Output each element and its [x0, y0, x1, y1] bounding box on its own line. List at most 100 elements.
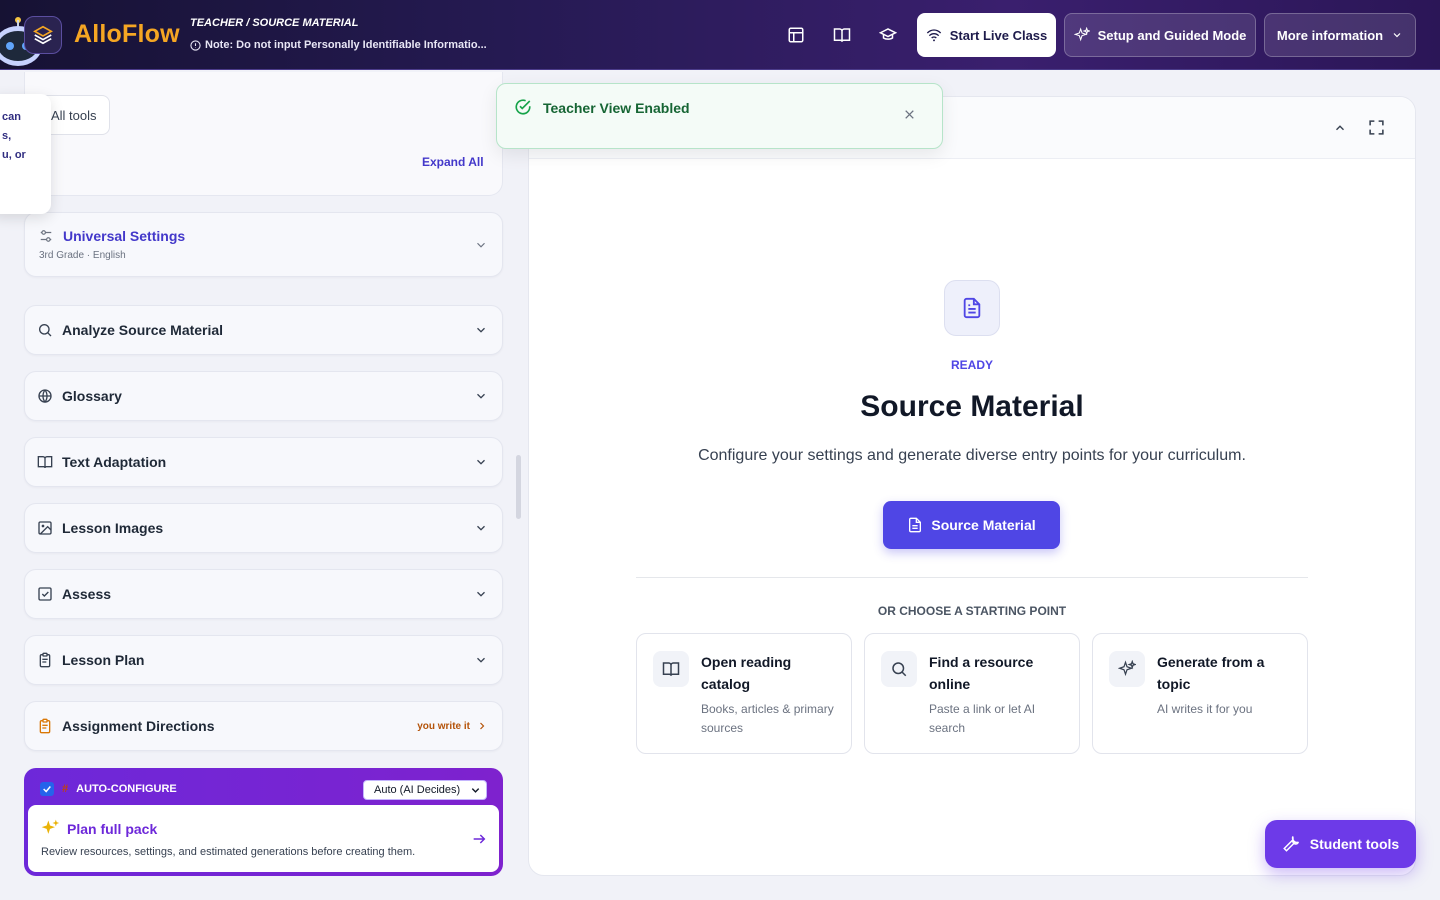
plan-full-pack-title: Plan full pack — [67, 821, 158, 837]
logo-badge — [24, 16, 62, 54]
student-tools-button[interactable]: Student tools — [1265, 820, 1416, 868]
tool-card-glossary[interactable]: Glossary — [24, 371, 503, 421]
chevron-down-icon — [477, 242, 485, 248]
tool-card-label: Lesson Plan — [62, 652, 145, 668]
clipboard-icon — [39, 652, 51, 668]
book-icon[interactable] — [831, 24, 853, 46]
check-square-icon — [38, 587, 52, 601]
tool-card-lesson-plan[interactable]: Lesson Plan — [24, 635, 503, 685]
auto-configure-label: AUTO-CONFIGURE — [76, 783, 177, 795]
student-tools-label: Student tools — [1309, 836, 1400, 852]
book-open-icon — [37, 456, 53, 469]
universal-settings-sub: 3rd Grade · English — [39, 250, 126, 261]
source-material-button[interactable]: Source Material — [883, 501, 1060, 549]
tool-card-label: Analyze Source Material — [62, 322, 224, 338]
onboarding-tooltip: can s, u, or — [0, 94, 51, 214]
page-subtitle: Configure your settings and generate div… — [698, 447, 1246, 464]
main-panel — [528, 96, 1416, 876]
globe-icon — [38, 389, 52, 404]
info-icon — [190, 39, 201, 51]
sliders-icon — [40, 230, 52, 242]
top-header: AlloFlow TEACHER / SOURCE MATERIAL Note:… — [0, 0, 1440, 70]
option-title: Open reading catalog — [701, 654, 792, 692]
tool-card-label: Assignment Directions — [62, 718, 215, 734]
fullscreen-icon[interactable] — [1368, 119, 1385, 136]
chevron-right-icon — [480, 722, 485, 730]
option-icon-tile — [1109, 651, 1145, 687]
chevron-down-icon — [477, 327, 485, 333]
sparkles-icon — [1118, 660, 1136, 677]
tool-card-assignment-directions[interactable]: Assignment Directions you write it — [24, 701, 503, 751]
you-write-it-tag: you write it — [417, 721, 470, 732]
tool-card-lesson-images[interactable]: Lesson Images — [24, 503, 503, 553]
tool-card-label: Lesson Images — [62, 520, 164, 536]
clipboard-list-icon — [39, 718, 51, 734]
universal-settings-card[interactable]: Universal Settings 3rd Grade · English — [24, 212, 503, 277]
check-circle-icon — [515, 99, 531, 115]
starting-point-heading: OR CHOOSE A STARTING POINT — [877, 604, 1067, 618]
option-desc: AI writes it for you — [1157, 702, 1253, 716]
option-desc: Paste a link or let AI search — [929, 702, 1036, 735]
document-icon-tile — [944, 280, 1000, 336]
sparkles-icon — [1073, 27, 1090, 42]
start-live-class-button[interactable]: Start Live Class — [917, 13, 1056, 57]
option-generate-from-topic[interactable]: Generate from a topic AI writes it for y… — [1092, 633, 1308, 754]
chevron-down-icon — [477, 393, 485, 399]
arrow-right-icon — [473, 834, 486, 844]
file-text-icon — [963, 297, 981, 319]
layout-icon[interactable] — [785, 24, 807, 46]
option-icon-tile — [881, 651, 917, 687]
source-material-button-label: Source Material — [931, 517, 1036, 533]
option-title: Generate from a topic — [1157, 654, 1265, 692]
pii-notice: Note: Do not input Personally Identifiab… — [190, 39, 490, 51]
check-icon — [43, 786, 51, 793]
graduation-cap-icon[interactable] — [877, 24, 899, 46]
chevron-down-icon — [477, 591, 485, 597]
layers-icon — [33, 25, 53, 45]
auto-mode-select[interactable]: Auto (AI Decides) — [363, 780, 487, 800]
tool-card-analyze-source-material[interactable]: Analyze Source Material — [24, 305, 503, 355]
chevron-down-icon — [477, 459, 485, 465]
file-text-icon — [909, 517, 922, 533]
teacher-view-toast: Teacher View Enabled — [496, 83, 943, 149]
option-icon-tile — [653, 651, 689, 687]
tool-card-label: Assess — [62, 586, 112, 602]
expand-all-link[interactable]: Expand All — [422, 155, 484, 169]
option-open-reading-catalog[interactable]: Open reading catalog Books, articles & p… — [636, 633, 852, 754]
start-live-class-label: Start Live Class — [949, 27, 1048, 43]
image-icon — [38, 521, 52, 535]
more-information-label: More information — [1276, 27, 1384, 43]
tool-card-text-adaptation[interactable]: Text Adaptation — [24, 437, 503, 487]
search-icon — [892, 662, 907, 677]
toast-message: Teacher View Enabled — [543, 100, 690, 116]
option-find-resource-online[interactable]: Find a resource online Paste a link or l… — [864, 633, 1080, 754]
close-icon[interactable] — [903, 108, 916, 121]
tooltip-line: can — [2, 111, 21, 123]
tool-card-assess[interactable]: Assess — [24, 569, 503, 619]
option-desc: Books, articles & primary sources — [701, 702, 834, 735]
option-title: Find a resource online — [929, 654, 1034, 692]
tool-card-label: Glossary — [62, 388, 122, 404]
wrench-icon — [1282, 836, 1299, 852]
plan-full-pack-desc: Review resources, settings, and estimate… — [41, 846, 416, 858]
wifi-icon — [926, 29, 941, 42]
tool-card-label: Text Adaptation — [62, 454, 167, 470]
auto-configure-panel: # AUTO-CONFIGURE Auto (AI Decides) Plan … — [24, 768, 503, 876]
auto-configure-header: # AUTO-CONFIGURE — [40, 782, 177, 796]
sparkles-icon — [41, 819, 60, 834]
more-information-button[interactable]: More information — [1264, 13, 1416, 57]
status-label: READY — [950, 358, 993, 372]
chevron-down-icon — [471, 788, 480, 793]
pii-notice-text: Note: Do not input Personally Identifiab… — [205, 39, 487, 51]
plan-full-pack-card[interactable]: Plan full pack Review resources, setting… — [28, 805, 499, 872]
panel-resize-handle[interactable] — [516, 455, 521, 519]
breadcrumb: TEACHER / SOURCE MATERIAL — [190, 17, 359, 29]
chevron-up-icon[interactable] — [1333, 121, 1347, 135]
chevron-down-icon — [1393, 33, 1401, 38]
search-icon — [39, 324, 52, 337]
section-divider — [636, 577, 1308, 578]
auto-configure-checkbox[interactable] — [40, 782, 54, 796]
tooltip-line: u, or — [2, 149, 26, 161]
auto-mode-value: Auto (AI Decides) — [374, 784, 461, 796]
setup-guided-mode-button[interactable]: Setup and Guided Mode — [1064, 13, 1256, 57]
